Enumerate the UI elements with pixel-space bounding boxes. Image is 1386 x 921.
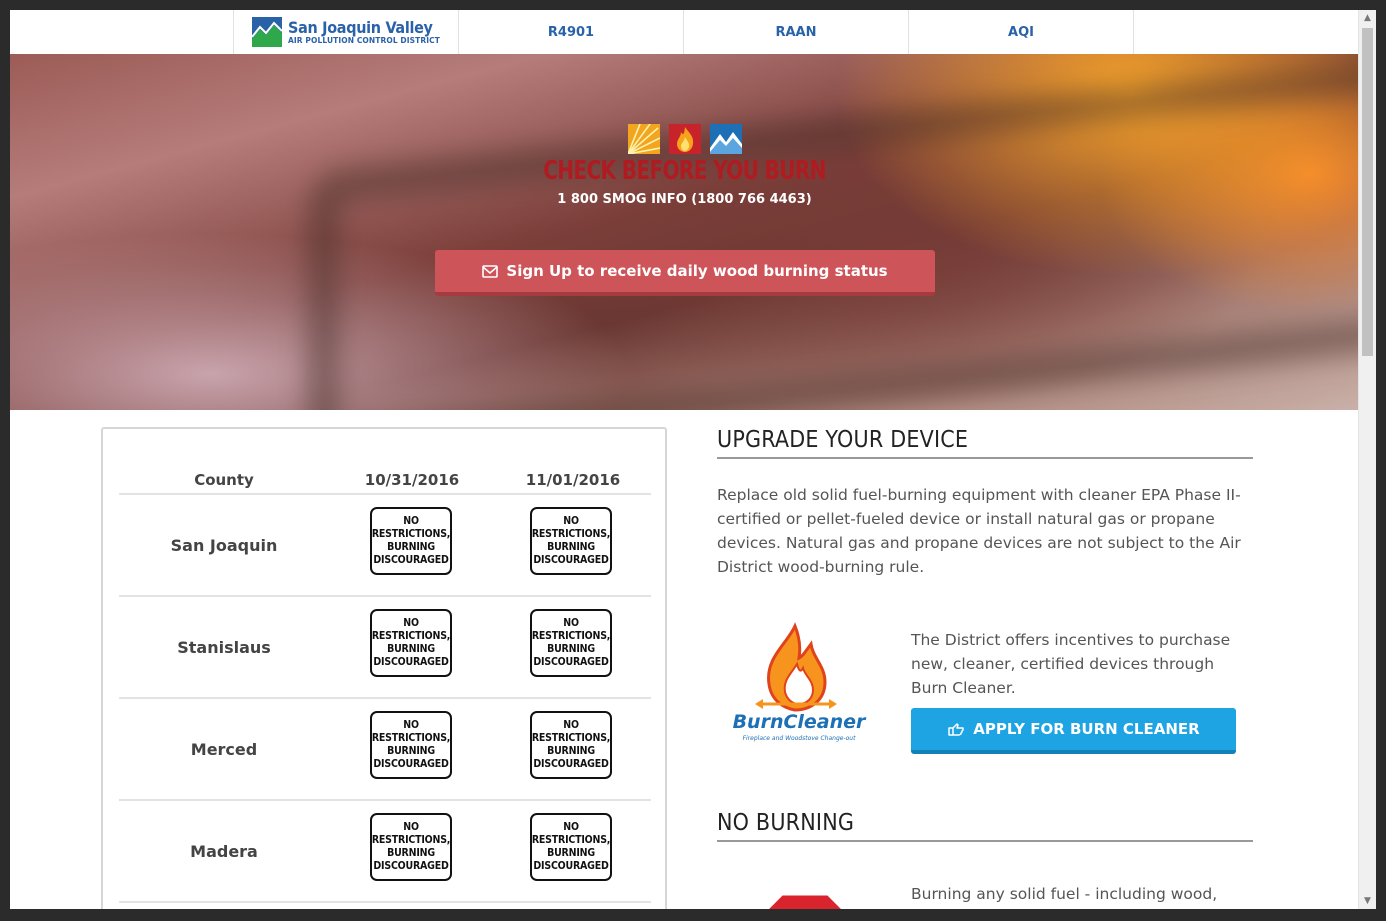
table-row: Madera NO RESTRICTIONS, BURNING DISCOURAGED…	[119, 799, 651, 902]
table-row: San Joaquin NO RESTRICTIONS, BURNING DISCOU…	[119, 493, 651, 596]
status-badge: NO RESTRICTIONS, BURNING DISCOURAGED	[370, 813, 452, 881]
status-badge: NO RESTRICTIONS, BURNING DISCOURAGED	[370, 609, 452, 677]
nav-item-raan[interactable]: RAAN	[683, 10, 908, 54]
scroll-up-arrow-icon[interactable]: ▲	[1359, 10, 1376, 26]
status-badge: NO RESTRICTIONS, BURNING DISCOURAGED	[370, 507, 452, 575]
cbyb-title: CHECK BEFORE YOU BURN	[543, 156, 826, 186]
hand-pointer-icon	[948, 723, 965, 736]
apply-burn-cleaner-button[interactable]: APPLY FOR BURN CLEANER	[911, 708, 1236, 754]
mountain-air-icon	[709, 124, 742, 154]
status-badge: NO RESTRICTIONS, BURNING DISCOURAGED	[370, 711, 452, 779]
cbyb-icon-group	[10, 124, 1359, 154]
sun-icon	[627, 124, 660, 154]
upgrade-section: UPGRADE YOUR DEVICE Replace old solid fu…	[717, 427, 1253, 579]
no-burning-section: NO BURNING	[717, 810, 1253, 842]
nav-divider	[1133, 10, 1134, 54]
cbyb-phone: 1 800 SMOG INFO (1800 766 4463)	[557, 192, 812, 207]
county-name: Stanislaus	[177, 638, 271, 657]
table-row: Merced NO RESTRICTIONS, BURNING DISCOURAGED…	[119, 697, 651, 800]
nav-item-r4901[interactable]: R4901	[458, 10, 683, 54]
no-burning-heading: NO BURNING	[717, 810, 1253, 842]
table-row-partial	[119, 901, 651, 909]
header-date-1: 10/31/2016	[364, 471, 460, 489]
browser-viewport: San Joaquin Valley AIR POLLUTION CONTROL…	[10, 10, 1376, 909]
logo-link[interactable]: San Joaquin Valley AIR POLLUTION CONTROL…	[233, 10, 458, 54]
top-nav: San Joaquin Valley AIR POLLUTION CONTROL…	[10, 10, 1359, 55]
status-badge: NO RESTRICTIONS, BURNING DISCOURAGED	[530, 711, 612, 779]
county-name: Merced	[190, 740, 258, 759]
nav-link-raan[interactable]: RAAN	[775, 25, 816, 40]
upgrade-heading: UPGRADE YOUR DEVICE	[717, 427, 1253, 459]
burn-cleaner-wordmark: BurnCleaner	[733, 711, 867, 733]
scroll-thumb[interactable]	[1362, 28, 1373, 356]
envelope-icon	[482, 264, 499, 278]
hero-background-fireplace	[310, 54, 1359, 410]
valley-logo-icon	[252, 17, 283, 47]
logo-subtitle: AIR POLLUTION CONTROL DISTRICT	[288, 35, 440, 45]
burn-cleaner-logo: BurnCleaner Fireplace and Woodstove Chan…	[725, 618, 875, 758]
signup-button-label: Sign Up to receive daily wood burning st…	[506, 262, 888, 280]
logo-title: San Joaquin Valley	[288, 17, 433, 37]
status-badge: NO RESTRICTIONS, BURNING DISCOURAGED	[530, 813, 612, 881]
apply-button-label: APPLY FOR BURN CLEANER	[973, 720, 1200, 738]
signup-button[interactable]: Sign Up to receive daily wood burning st…	[435, 250, 935, 296]
burn-cleaner-block: BurnCleaner Fireplace and Woodstove Chan…	[717, 618, 1253, 768]
burn-forecast-table: County 10/31/2016 11/01/2016 San Joaquin…	[101, 427, 667, 909]
nav-link-aqi[interactable]: AQI	[1008, 25, 1034, 40]
table-row: Stanislaus NO RESTRICTIONS, BURNING DISCOUR…	[119, 595, 651, 698]
upgrade-body: Replace old solid fuel-burning equipment…	[717, 486, 1241, 576]
scroll-down-arrow-icon[interactable]: ▼	[1359, 893, 1376, 909]
no-burning-body: Burning any solid fuel - including wood,	[911, 885, 1218, 903]
nav-item-aqi[interactable]: AQI	[908, 10, 1133, 54]
header-county: County	[194, 471, 254, 489]
nav-link-r4901[interactable]: R4901	[548, 25, 594, 40]
hero-banner: CHECK BEFORE YOU BURN 1 800 SMOG INFO (1…	[10, 54, 1359, 410]
header-date-2: 11/01/2016	[525, 471, 621, 489]
burn-cleaner-flame-icon: BurnCleaner Fireplace and Woodstove Chan…	[733, 622, 867, 742]
status-badge: NO RESTRICTIONS, BURNING DISCOURAGED	[530, 609, 612, 677]
stop-sign-icon	[760, 892, 850, 909]
status-badge: NO RESTRICTIONS, BURNING DISCOURAGED	[530, 507, 612, 575]
burn-cleaner-tagline: Fireplace and Woodstove Change-out	[743, 735, 857, 742]
county-name: Madera	[190, 842, 258, 861]
vertical-scrollbar[interactable]: ▲ ▼	[1358, 10, 1376, 909]
county-name: San Joaquin	[170, 536, 278, 555]
incentive-text: The District offers incentives to purcha…	[911, 631, 1231, 697]
flame-icon	[668, 124, 701, 154]
